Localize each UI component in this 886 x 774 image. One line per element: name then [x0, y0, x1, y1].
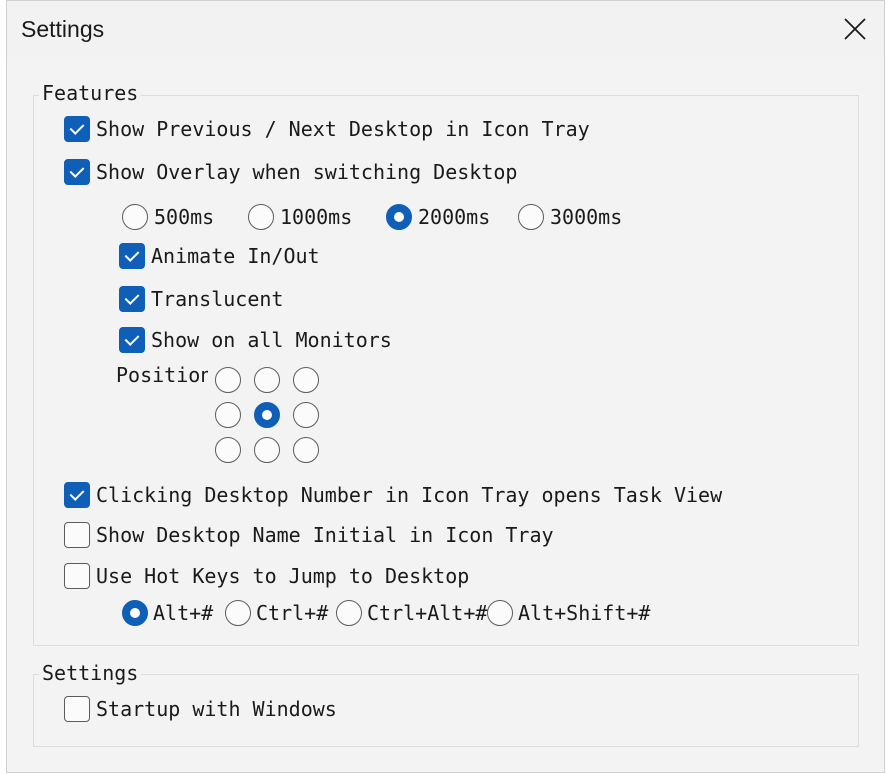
radio-button[interactable]: [122, 600, 148, 626]
checkbox-label: Show Overlay when switching Desktop: [96, 160, 518, 184]
radio-button[interactable]: [518, 204, 544, 230]
radio-label: Ctrl+Alt+#: [367, 601, 488, 625]
position-radio-middle-left[interactable]: [215, 402, 241, 428]
checkbox-box[interactable]: [64, 563, 90, 589]
hotkey-radio-ctrl-alt[interactable]: Ctrl+Alt+#: [336, 599, 487, 627]
translucent-checkbox[interactable]: Translucent: [119, 285, 283, 313]
checkbox-label: Show Desktop Name Initial in Icon Tray: [96, 523, 554, 547]
title-bar: Settings: [7, 1, 884, 57]
radio-button[interactable]: [386, 204, 412, 230]
radio-label: 1000ms: [280, 205, 353, 229]
checkbox-box[interactable]: [119, 327, 145, 353]
checkbox-box[interactable]: [64, 116, 90, 142]
checkbox-box[interactable]: [64, 159, 90, 185]
window-title: Settings: [21, 16, 105, 42]
radio-label: Alt+#: [153, 601, 214, 625]
hot-keys-checkbox[interactable]: Use Hot Keys to Jump to Desktop: [64, 562, 469, 590]
animate-checkbox[interactable]: Animate In/Out: [119, 242, 320, 270]
checkbox-label: Show Previous / Next Desktop in Icon Tra…: [96, 117, 590, 141]
position-radio-bottom-left[interactable]: [215, 437, 241, 463]
radio-label: 3000ms: [550, 205, 623, 229]
position-radio-bottom-right[interactable]: [293, 437, 319, 463]
checkbox-box[interactable]: [119, 243, 145, 269]
features-legend: Features: [39, 81, 142, 105]
position-radio-center[interactable]: [254, 402, 280, 428]
checkbox-label: Animate In/Out: [151, 244, 320, 268]
position-label: Position: [116, 363, 208, 387]
checkbox-label: Startup with Windows: [96, 697, 337, 721]
duration-radio-1000[interactable]: 1000ms: [248, 203, 352, 231]
checkbox-label: Show on all Monitors: [151, 328, 392, 352]
radio-button[interactable]: [336, 600, 362, 626]
all-monitors-checkbox[interactable]: Show on all Monitors: [119, 326, 392, 354]
hotkey-radio-alt[interactable]: Alt+#: [122, 599, 213, 627]
hotkey-radio-ctrl[interactable]: Ctrl+#: [225, 599, 328, 627]
duration-radio-500[interactable]: 500ms: [122, 203, 214, 231]
radio-label: Ctrl+#: [256, 601, 329, 625]
click-task-view-checkbox[interactable]: Clicking Desktop Number in Icon Tray ope…: [64, 481, 722, 509]
checkbox-label: Clicking Desktop Number in Icon Tray ope…: [96, 483, 723, 507]
checkbox-label: Use Hot Keys to Jump to Desktop: [96, 564, 470, 588]
radio-button[interactable]: [248, 204, 274, 230]
settings-legend: Settings: [39, 661, 142, 685]
close-icon: [844, 18, 866, 40]
position-radio-top-center[interactable]: [254, 367, 280, 393]
radio-label: 500ms: [154, 205, 215, 229]
show-overlay-checkbox[interactable]: Show Overlay when switching Desktop: [64, 158, 517, 186]
position-radio-middle-right[interactable]: [293, 402, 319, 428]
position-radio-top-left[interactable]: [215, 367, 241, 393]
checkbox-box[interactable]: [64, 696, 90, 722]
radio-label: Alt+Shift+#: [518, 601, 651, 625]
radio-button[interactable]: [487, 600, 513, 626]
hotkey-radio-alt-shift[interactable]: Alt+Shift+#: [487, 599, 650, 627]
position-radio-top-right[interactable]: [293, 367, 319, 393]
startup-checkbox[interactable]: Startup with Windows: [64, 695, 337, 723]
radio-label: 2000ms: [418, 205, 491, 229]
checkbox-box[interactable]: [64, 482, 90, 508]
close-button[interactable]: [820, 1, 884, 57]
name-initial-checkbox[interactable]: Show Desktop Name Initial in Icon Tray: [64, 521, 554, 549]
radio-button[interactable]: [122, 204, 148, 230]
checkbox-box[interactable]: [64, 522, 90, 548]
position-radio-bottom-center[interactable]: [254, 437, 280, 463]
duration-radio-2000[interactable]: 2000ms: [386, 203, 490, 231]
radio-button[interactable]: [225, 600, 251, 626]
duration-radio-3000[interactable]: 3000ms: [518, 203, 622, 231]
settings-window: Settings Features Show Previous / Next D…: [6, 0, 885, 773]
checkbox-label: Translucent: [151, 287, 284, 311]
checkbox-box[interactable]: [119, 286, 145, 312]
show-prev-next-checkbox[interactable]: Show Previous / Next Desktop in Icon Tra…: [64, 115, 590, 143]
